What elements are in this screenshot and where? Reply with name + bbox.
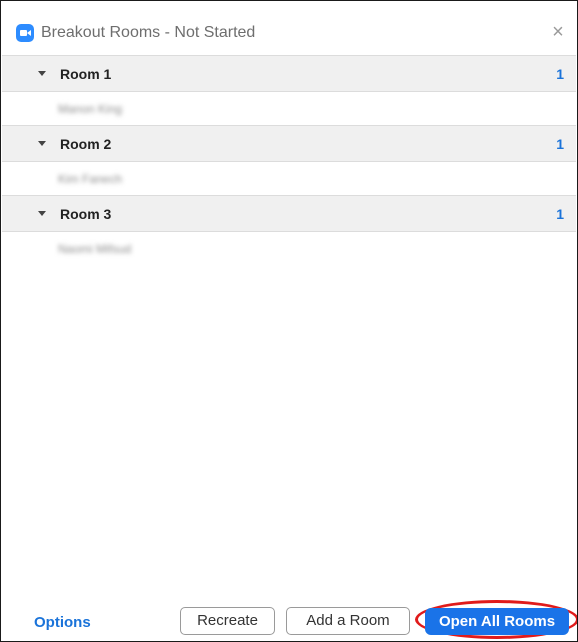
room-participant-count: 1 (556, 136, 564, 152)
participant-name[interactable]: Manon King (58, 101, 122, 117)
recreate-button[interactable]: Recreate (180, 607, 275, 635)
participant-row[interactable]: Manon King (2, 92, 576, 125)
close-icon[interactable]: × (547, 21, 569, 43)
options-link[interactable]: Options (34, 614, 91, 632)
title-bar: Breakout Rooms - Not Started × (1, 1, 577, 55)
breakout-rooms-window: Breakout Rooms - Not Started × Room 1 1 … (0, 0, 578, 642)
caret-down-icon[interactable] (38, 211, 46, 216)
participant-name[interactable]: Kim Fanech (58, 171, 122, 187)
caret-down-icon[interactable] (38, 141, 46, 146)
participant-row[interactable]: Kim Fanech (2, 162, 576, 195)
room-name: Room 3 (60, 206, 112, 222)
room-name: Room 1 (60, 66, 112, 82)
room-participant-count: 1 (556, 206, 564, 222)
room-header-2[interactable]: Room 2 1 (2, 125, 576, 162)
participant-row[interactable]: Naomi Mifsud (2, 232, 576, 265)
add-room-button[interactable]: Add a Room (286, 607, 410, 635)
window-title: Breakout Rooms - Not Started (41, 24, 256, 41)
zoom-camera-icon (16, 24, 34, 42)
room-participant-count: 1 (556, 66, 564, 82)
caret-down-icon[interactable] (38, 71, 46, 76)
participant-name[interactable]: Naomi Mifsud (58, 241, 131, 257)
open-all-rooms-button[interactable]: Open All Rooms (425, 608, 569, 635)
room-name: Room 2 (60, 136, 112, 152)
room-header-3[interactable]: Room 3 1 (2, 195, 576, 232)
footer-bar: Options Recreate Add a Room Open All Roo… (1, 599, 577, 641)
room-list: Room 1 1 Manon King Room 2 1 Kim Fanech … (2, 55, 576, 265)
room-header-1[interactable]: Room 1 1 (2, 55, 576, 92)
